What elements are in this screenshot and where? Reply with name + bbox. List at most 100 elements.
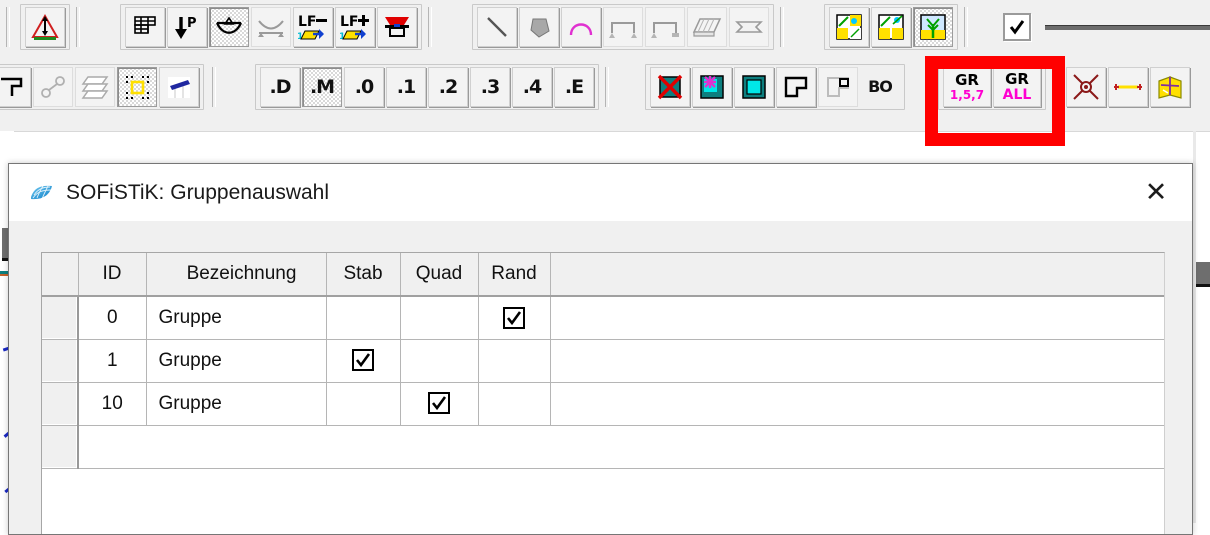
- decimal-label-m: .M: [309, 75, 335, 98]
- dimension-line-icon[interactable]: [1108, 67, 1148, 107]
- cell-id[interactable]: 0: [78, 296, 147, 340]
- group-all-button[interactable]: GR ALL: [993, 67, 1041, 107]
- fill-star-icon[interactable]: [692, 67, 732, 107]
- toolbar-separator: [605, 67, 609, 107]
- slab-icon[interactable]: [687, 7, 727, 47]
- checkbox-quad-checked[interactable]: [428, 392, 450, 415]
- point-load-p-icon[interactable]: P: [167, 7, 207, 47]
- group-all-sublabel: ALL: [1002, 87, 1032, 103]
- no-fill-red-x-icon[interactable]: [650, 67, 690, 107]
- fill-solid-icon[interactable]: [734, 67, 774, 107]
- toolbar-separator: [212, 67, 216, 107]
- cell-filler: [550, 296, 1164, 340]
- view-split-2-icon[interactable]: [871, 7, 911, 47]
- node-link-icon[interactable]: [33, 67, 73, 107]
- decimal-button-3[interactable]: .3: [470, 67, 510, 107]
- decimal-button-2[interactable]: .2: [428, 67, 468, 107]
- decimal-button-1[interactable]: .1: [386, 67, 426, 107]
- group-all-label: GR: [1005, 70, 1029, 88]
- decimal-button-d[interactable]: .D: [260, 67, 300, 107]
- geometry-group: [472, 4, 774, 50]
- row-selector-cell[interactable]: [42, 382, 79, 426]
- column-header-quad[interactable]: Quad: [400, 253, 479, 297]
- view-group: [824, 4, 958, 50]
- beam-bracket-2-icon[interactable]: [645, 7, 685, 47]
- crosshair-target-icon[interactable]: [1066, 67, 1106, 107]
- group-number-button[interactable]: GR 1,5,7: [943, 67, 991, 107]
- decimal-button-m[interactable]: .M: [302, 67, 342, 107]
- outline-corner-light-icon[interactable]: [818, 67, 858, 107]
- model-support-block-right: [1196, 262, 1210, 287]
- column-header-bezeichnung[interactable]: Bezeichnung: [146, 253, 327, 297]
- table-header: ID Bezeichnung Stab Quad Rand: [42, 253, 1164, 297]
- cell-rand[interactable]: [478, 296, 551, 340]
- decimal-button-e[interactable]: .E: [554, 67, 594, 107]
- layers-icon[interactable]: [75, 67, 115, 107]
- cell-quad[interactable]: [400, 382, 479, 426]
- decimal-button-0[interactable]: .0: [344, 67, 384, 107]
- decimal-label-0: .0: [354, 75, 374, 98]
- table-header-row: ID Bezeichnung Stab Quad Rand: [42, 253, 1164, 297]
- cell-quad[interactable]: [400, 296, 479, 340]
- decimal-label-3: .3: [480, 75, 500, 98]
- line-style-preview[interactable]: [1045, 14, 1210, 40]
- corner-bracket-icon[interactable]: [0, 67, 31, 107]
- linestyle-checkbox[interactable]: [1003, 13, 1031, 41]
- empty-cell: [78, 425, 1164, 469]
- beam-support-icon[interactable]: [209, 7, 249, 47]
- surface-mesh-yellow-icon[interactable]: [1150, 67, 1190, 107]
- cell-stab[interactable]: [326, 382, 401, 426]
- cell-quad[interactable]: [400, 339, 479, 383]
- row-selector-cell[interactable]: [42, 296, 79, 340]
- table-empty-area[interactable]: [42, 425, 1164, 469]
- cell-id[interactable]: 10: [78, 382, 147, 426]
- dialog-title-bar[interactable]: SOFiSTiK: Gruppenauswahl ✕: [9, 164, 1192, 221]
- column-header-id[interactable]: ID: [78, 253, 147, 297]
- plane-blue-icon[interactable]: [159, 67, 199, 107]
- cell-filler: [550, 339, 1164, 383]
- outline-corner-icon[interactable]: [776, 67, 816, 107]
- column-header-rand[interactable]: Rand: [478, 253, 551, 297]
- cell-rand[interactable]: [478, 382, 551, 426]
- view-split-1-icon[interactable]: [829, 7, 869, 47]
- cell-bezeichnung[interactable]: Gruppe: [146, 296, 327, 340]
- cell-stab[interactable]: [326, 339, 401, 383]
- cell-id[interactable]: 1: [78, 339, 147, 383]
- filled-polygon-icon[interactable]: [519, 7, 559, 47]
- support-triangle-icon[interactable]: [25, 7, 65, 47]
- decimal-button-4[interactable]: .4: [512, 67, 552, 107]
- toolbar-separator: [964, 7, 968, 47]
- model-view-right-sliver[interactable]: [1193, 131, 1196, 523]
- checkbox-stab-checked[interactable]: [352, 349, 374, 372]
- close-icon[interactable]: ✕: [1120, 164, 1192, 221]
- column-header-stab[interactable]: Stab: [326, 253, 401, 297]
- cell-stab[interactable]: [326, 296, 401, 340]
- row-selector-cell[interactable]: [42, 339, 79, 383]
- loadcase-minus-icon[interactable]: LF 1: [293, 7, 333, 47]
- table-body: 0 Gruppe 1 Gruppe 10 Gruppe: [42, 296, 1164, 469]
- cell-rand[interactable]: [478, 339, 551, 383]
- arc-magenta-icon[interactable]: [561, 7, 601, 47]
- table-row[interactable]: 0 Gruppe: [42, 296, 1164, 340]
- section-red-icon[interactable]: [377, 7, 417, 47]
- group-table-container[interactable]: ID Bezeichnung Stab Quad Rand 0 Gruppe 1…: [41, 252, 1165, 534]
- toolbar-separator: [1052, 67, 1056, 107]
- table-row[interactable]: 10 Gruppe: [42, 382, 1164, 426]
- view-tree-icon[interactable]: [913, 7, 953, 47]
- bo-button[interactable]: BO: [860, 67, 900, 107]
- gruppenauswahl-dialog: SOFiSTiK: Gruppenauswahl ✕ ID Bezeichnun…: [8, 163, 1193, 535]
- cell-bezeichnung[interactable]: Gruppe: [146, 382, 327, 426]
- loadcase-plus-icon[interactable]: LF 1: [335, 7, 375, 47]
- section-profile-icon[interactable]: [729, 7, 769, 47]
- beam-bracket-icon[interactable]: [603, 7, 643, 47]
- cell-filler: [550, 382, 1164, 426]
- select-rect-icon[interactable]: [117, 67, 157, 107]
- beam-line-icon[interactable]: [251, 7, 291, 47]
- grid-mesh-icon[interactable]: [125, 7, 165, 47]
- table-row[interactable]: 1 Gruppe: [42, 339, 1164, 383]
- checkbox-rand-checked[interactable]: [503, 306, 525, 329]
- decimal-label-d: .D: [269, 75, 292, 98]
- dialog-body: ID Bezeichnung Stab Quad Rand 0 Gruppe 1…: [9, 221, 1192, 534]
- cell-bezeichnung[interactable]: Gruppe: [146, 339, 327, 383]
- diagonal-line-icon[interactable]: [477, 7, 517, 47]
